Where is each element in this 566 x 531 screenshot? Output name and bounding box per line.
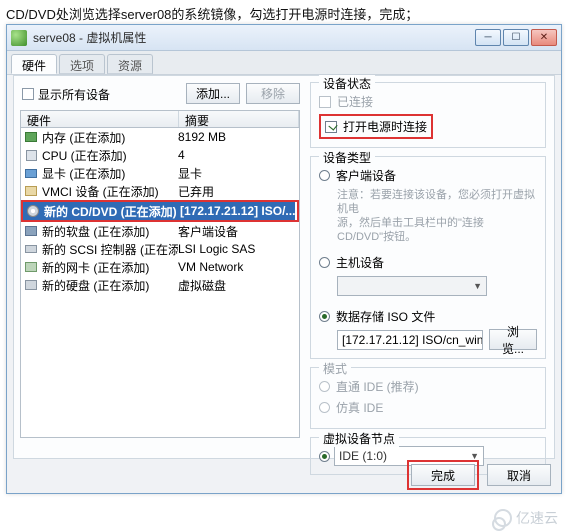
chk-connect-on-power[interactable]: 打开电源时连接 <box>325 118 427 135</box>
close-button[interactable]: ✕ <box>531 29 557 46</box>
device-row-video[interactable]: 显卡 (正在添加) 显卡 <box>21 164 299 182</box>
node-radio[interactable] <box>319 451 330 462</box>
passthrough-radio <box>319 381 330 392</box>
group-mode: 模式 直通 IDE (推荐) 仿真 IDE <box>310 367 546 429</box>
datastore-iso-radio[interactable] <box>319 311 330 322</box>
chevron-down-icon: ▼ <box>473 281 482 291</box>
right-pane: 设备状态 已连接 打开电源时连接 设备类型 客户端设备 <box>310 82 546 452</box>
tab-options[interactable]: 选项 <box>59 54 105 74</box>
group-title-status: 设备状态 <box>319 75 375 92</box>
memory-icon <box>23 130 39 144</box>
device-row-floppy[interactable]: 新的软盘 (正在添加) 客户端设备 <box>21 222 299 240</box>
connected-checkbox <box>319 96 331 108</box>
scsi-icon <box>23 242 39 256</box>
client-device-hint: 注意：若要连接该设备，您必须打开虚拟机电 源，然后单击工具栏中的"连接 CD/D… <box>337 188 537 244</box>
client-area: 显示所有设备 添加... 移除 硬件 摘要 内存 (正在添加) 8192 MB <box>13 75 555 459</box>
device-row-vmci[interactable]: VMCI 设备 (正在添加) 已弃用 <box>21 182 299 200</box>
group-title-type: 设备类型 <box>319 149 375 166</box>
col-hardware[interactable]: 硬件 <box>21 111 179 127</box>
floppy-icon <box>23 224 39 238</box>
chk-connected: 已连接 <box>319 93 537 110</box>
device-row-scsi[interactable]: 新的 SCSI 控制器 (正在添加) LSI Logic SAS <box>21 240 299 258</box>
device-row-memory[interactable]: 内存 (正在添加) 8192 MB <box>21 128 299 146</box>
watermark: 亿速云 <box>494 508 558 528</box>
titlebar[interactable]: serve08 - 虚拟机属性 ─ ☐ ✕ <box>7 25 561 51</box>
nic-icon <box>23 260 39 274</box>
show-all-label: 显示所有设备 <box>38 86 110 103</box>
radio-client-device[interactable]: 客户端设备 <box>319 167 537 184</box>
hdd-icon <box>23 278 39 292</box>
tab-resources[interactable]: 资源 <box>107 54 153 74</box>
cancel-button[interactable]: 取消 <box>487 464 551 486</box>
add-button[interactable]: 添加... <box>186 83 240 104</box>
video-icon <box>23 166 39 180</box>
device-row-cddvd[interactable]: 新的 CD/DVD (正在添加) [172.17.21.12] ISO/... <box>23 202 295 220</box>
device-row-cpu[interactable]: CPU (正在添加) 4 <box>21 146 299 164</box>
vm-settings-window: serve08 - 虚拟机属性 ─ ☐ ✕ 硬件 选项 资源 显示所有设备 添加… <box>6 24 562 494</box>
tab-bar: 硬件 选项 资源 <box>7 51 561 75</box>
dialog-footer: 完成 取消 <box>407 461 551 489</box>
device-list[interactable]: 内存 (正在添加) 8192 MB CPU (正在添加) 4 显卡 (正在添加)… <box>20 128 300 438</box>
host-device-radio[interactable] <box>319 257 330 268</box>
highlight-cddvd: 新的 CD/DVD (正在添加) [172.17.21.12] ISO/... <box>21 200 299 222</box>
device-list-header: 硬件 摘要 <box>20 110 300 128</box>
emulate-radio <box>319 402 330 413</box>
app-icon <box>11 30 27 46</box>
cd-icon <box>25 204 41 218</box>
iso-path-input[interactable]: [172.17.21.12] ISO/cn_windows_ser <box>337 330 483 350</box>
cpu-icon <box>23 148 39 162</box>
connect-on-power-checkbox[interactable] <box>325 121 337 133</box>
browse-button[interactable]: 浏览... <box>489 329 537 350</box>
show-all-devices[interactable]: 显示所有设备 <box>22 84 110 104</box>
radio-passthrough: 直通 IDE (推荐) <box>319 378 537 395</box>
page-instruction: CD/DVD处浏览选择server08的系统镜像，勾选打开电源时连接，完成； <box>0 0 566 27</box>
device-row-nic[interactable]: 新的网卡 (正在添加) VM Network <box>21 258 299 276</box>
window-title: serve08 - 虚拟机属性 <box>33 29 475 46</box>
device-row-hdd[interactable]: 新的硬盘 (正在添加) 虚拟磁盘 <box>21 276 299 294</box>
maximize-button[interactable]: ☐ <box>503 29 529 46</box>
group-title-node: 虚拟设备节点 <box>319 430 399 447</box>
radio-emulate: 仿真 IDE <box>319 399 537 416</box>
group-title-mode: 模式 <box>319 360 351 377</box>
remove-button[interactable]: 移除 <box>246 83 300 104</box>
host-device-select: ▼ <box>337 276 487 296</box>
minimize-button[interactable]: ─ <box>475 29 501 46</box>
group-device-type: 设备类型 客户端设备 注意：若要连接该设备，您必须打开虚拟机电 源，然后单击工具… <box>310 156 546 359</box>
cloud-icon <box>494 509 512 527</box>
show-all-checkbox[interactable] <box>22 88 34 100</box>
group-device-status: 设备状态 已连接 打开电源时连接 <box>310 82 546 148</box>
radio-host-device[interactable]: 主机设备 <box>319 254 537 271</box>
finish-button[interactable]: 完成 <box>411 464 475 486</box>
left-pane: 显示所有设备 添加... 移除 硬件 摘要 内存 (正在添加) 8192 MB <box>20 82 300 452</box>
client-device-radio[interactable] <box>319 170 330 181</box>
vmci-icon <box>23 184 39 198</box>
col-summary[interactable]: 摘要 <box>179 111 299 127</box>
tab-hardware[interactable]: 硬件 <box>11 54 57 74</box>
